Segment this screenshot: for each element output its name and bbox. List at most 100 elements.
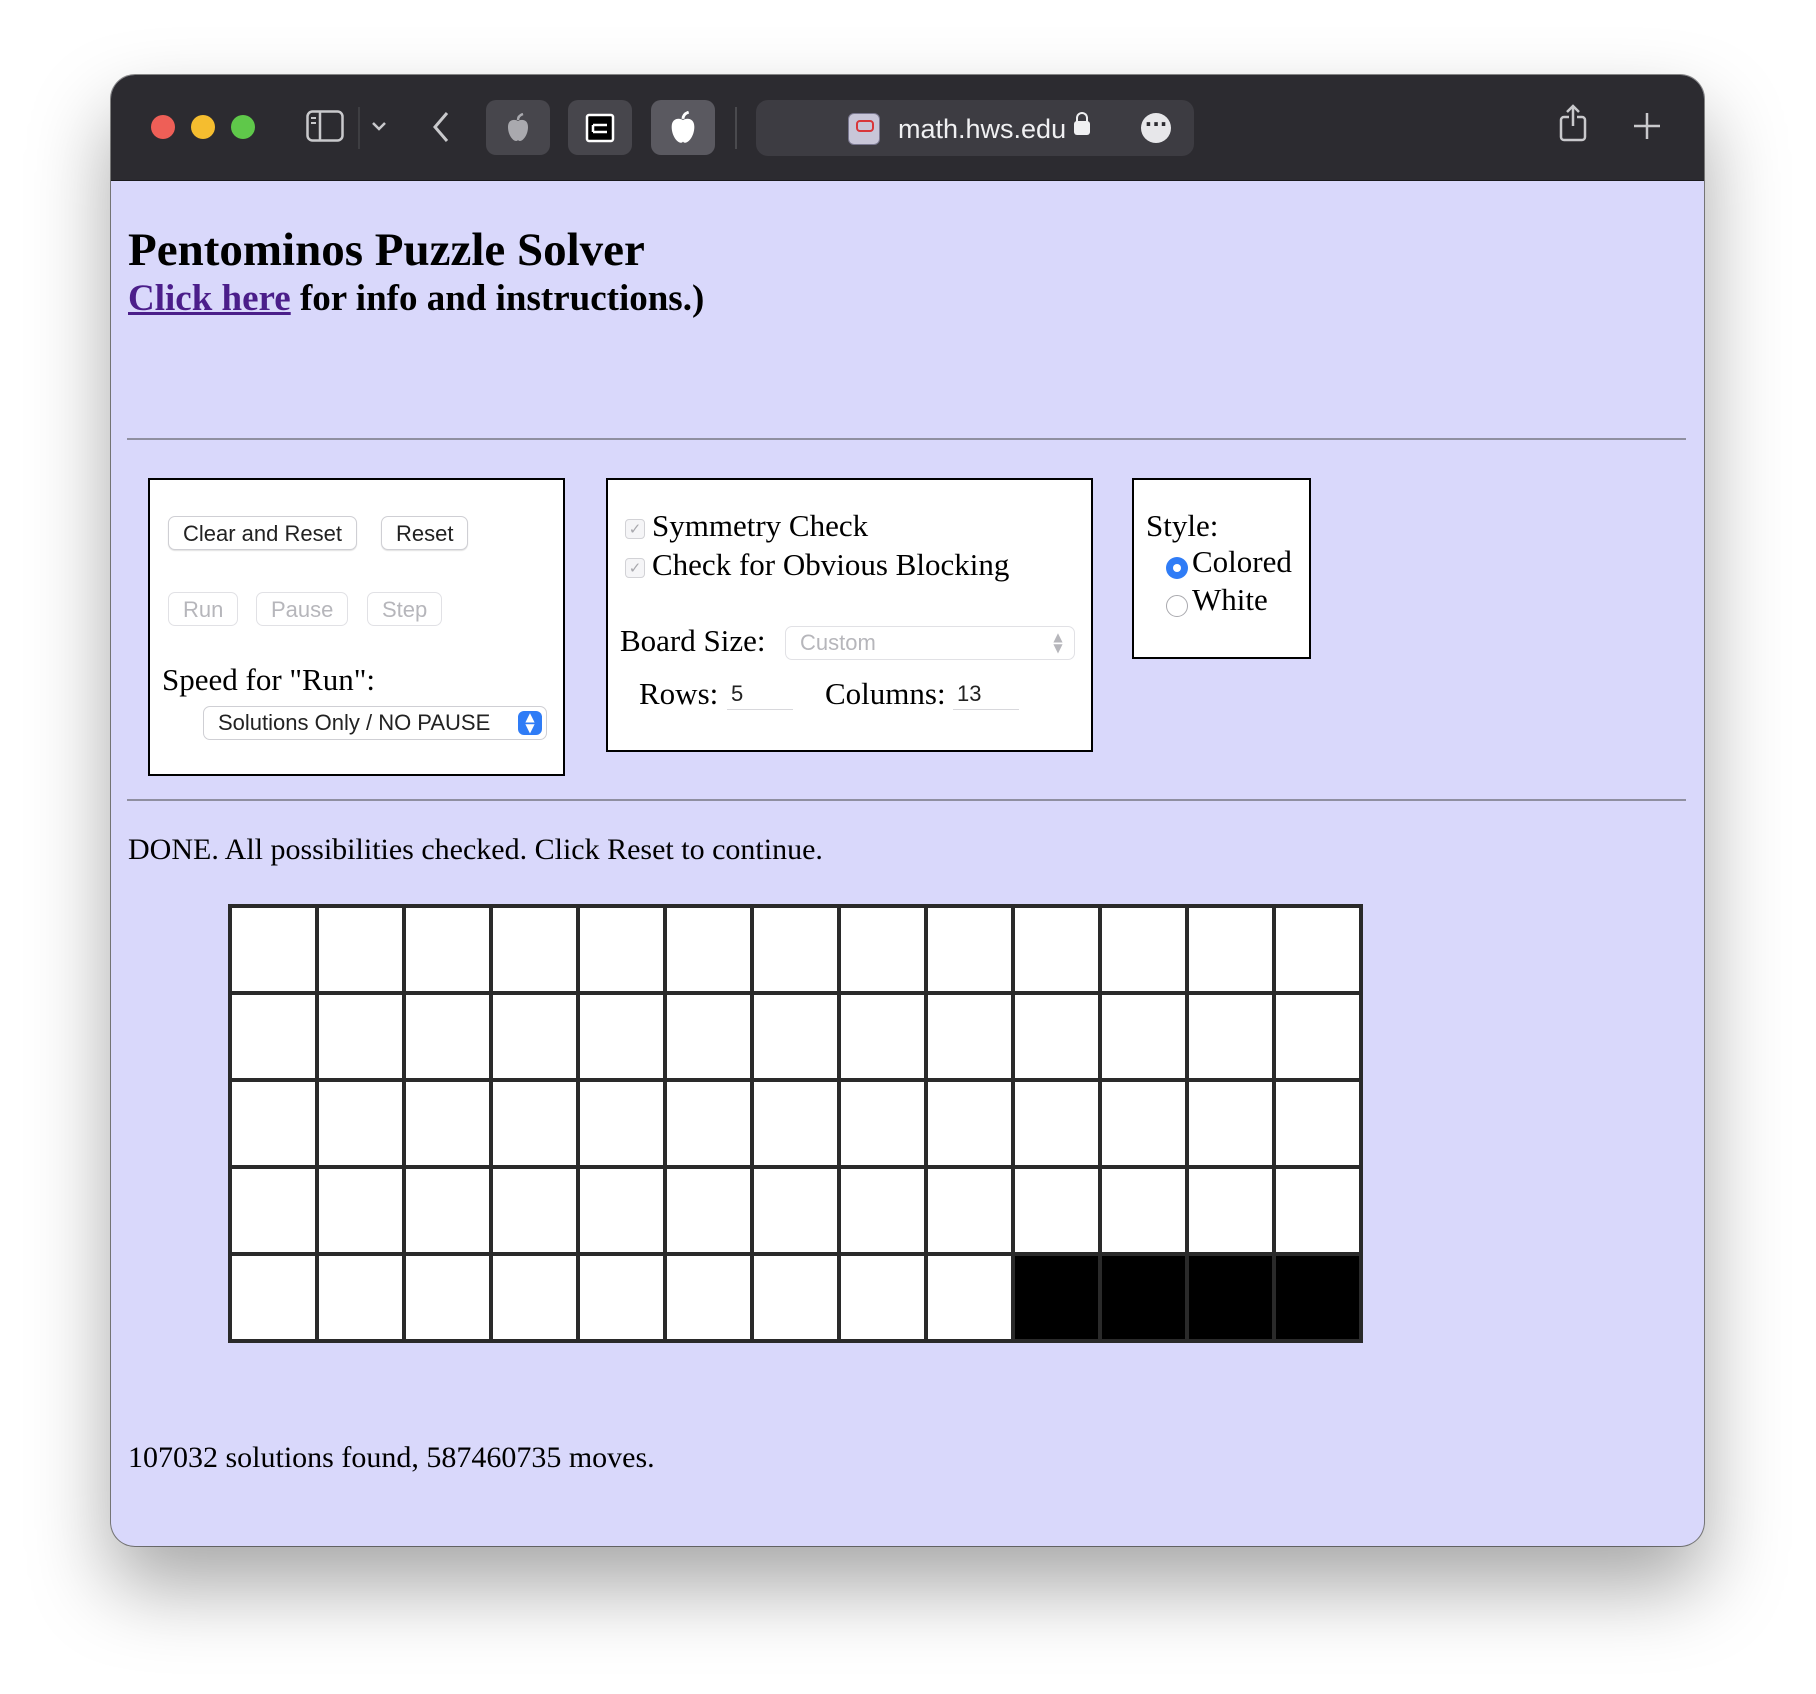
divider-bottom xyxy=(127,799,1686,801)
board-cell[interactable] xyxy=(580,908,663,991)
board-cell[interactable] xyxy=(232,995,315,1078)
status-message: DONE. All possibilities checked. Click R… xyxy=(128,833,823,866)
tab-page[interactable] xyxy=(568,100,632,155)
board-cell[interactable] xyxy=(667,1082,750,1165)
board-cell[interactable] xyxy=(841,1082,924,1165)
board-cell[interactable] xyxy=(1102,1256,1185,1339)
board-cell[interactable] xyxy=(232,1082,315,1165)
board-cell[interactable] xyxy=(1189,1082,1272,1165)
zoom-window-button[interactable] xyxy=(231,115,255,139)
board-cell[interactable] xyxy=(754,995,837,1078)
board-cell[interactable] xyxy=(319,1169,402,1252)
board-cell[interactable] xyxy=(667,908,750,991)
board-cell[interactable] xyxy=(1276,1256,1359,1339)
white-label: White xyxy=(1192,582,1268,617)
sidebar-toggle-icon[interactable] xyxy=(306,110,344,146)
board-cell[interactable] xyxy=(580,1082,663,1165)
board-cell[interactable] xyxy=(319,1082,402,1165)
board-cell[interactable] xyxy=(493,1256,576,1339)
puzzle-board[interactable] xyxy=(228,904,1363,1343)
board-cell[interactable] xyxy=(841,1256,924,1339)
board-cell[interactable] xyxy=(1276,1169,1359,1252)
pause-button[interactable]: Pause xyxy=(256,592,349,626)
board-cell[interactable] xyxy=(319,908,402,991)
clear-and-reset-button[interactable]: Clear and Reset xyxy=(168,516,357,550)
chevron-down-icon[interactable] xyxy=(371,118,387,137)
board-cell[interactable] xyxy=(1102,995,1185,1078)
board-cell[interactable] xyxy=(406,908,489,991)
board-size-label: Board Size: xyxy=(620,623,766,658)
close-window-button[interactable] xyxy=(151,115,175,139)
board-cell[interactable] xyxy=(1102,908,1185,991)
subtitle: Click here for info and instructions.) xyxy=(128,277,704,320)
board-cell[interactable] xyxy=(1189,1256,1272,1339)
new-tab-icon[interactable] xyxy=(1633,112,1661,144)
reset-button[interactable]: Reset xyxy=(381,516,469,550)
tab-apple-2[interactable] xyxy=(651,100,715,155)
share-icon[interactable] xyxy=(1558,104,1588,146)
board-cell[interactable] xyxy=(928,995,1011,1078)
columns-input[interactable]: 13 xyxy=(953,676,1019,710)
board-cell[interactable] xyxy=(580,995,663,1078)
board-cell[interactable] xyxy=(667,1256,750,1339)
board-cell[interactable] xyxy=(667,1169,750,1252)
board-cell[interactable] xyxy=(1015,995,1098,1078)
board-cell[interactable] xyxy=(754,1169,837,1252)
board-cell[interactable] xyxy=(406,1169,489,1252)
board-cell[interactable] xyxy=(1015,1256,1098,1339)
symmetry-check-checkbox[interactable]: ✓ xyxy=(625,519,645,539)
board-cell[interactable] xyxy=(232,1256,315,1339)
more-options-icon[interactable]: ··· xyxy=(1141,113,1171,143)
obvious-blocking-checkbox[interactable]: ✓ xyxy=(625,558,645,578)
board-cell[interactable] xyxy=(928,1082,1011,1165)
board-cell[interactable] xyxy=(319,1256,402,1339)
run-button[interactable]: Run xyxy=(168,592,239,626)
board-cell[interactable] xyxy=(928,1256,1011,1339)
board-cell[interactable] xyxy=(1015,1169,1098,1252)
speed-select[interactable]: Solutions Only / NO PAUSE ▲ ▼ xyxy=(203,706,547,740)
white-radio[interactable] xyxy=(1166,595,1188,617)
board-cell[interactable] xyxy=(1276,908,1359,991)
board-cell[interactable] xyxy=(580,1169,663,1252)
board-cell[interactable] xyxy=(754,1082,837,1165)
board-cell[interactable] xyxy=(841,995,924,1078)
board-cell[interactable] xyxy=(493,1169,576,1252)
board-cell[interactable] xyxy=(1189,1169,1272,1252)
board-cell[interactable] xyxy=(841,908,924,991)
board-cell[interactable] xyxy=(928,908,1011,991)
tab-apple-1[interactable] xyxy=(486,100,550,155)
board-cell[interactable] xyxy=(1102,1169,1185,1252)
board-cell[interactable] xyxy=(406,1082,489,1165)
board-cell[interactable] xyxy=(232,1169,315,1252)
board-size-select[interactable]: Custom ▲ ▼ xyxy=(785,626,1075,660)
step-button[interactable]: Step xyxy=(367,592,443,626)
board-cell[interactable] xyxy=(1015,1082,1098,1165)
board-cell[interactable] xyxy=(928,1169,1011,1252)
back-icon[interactable] xyxy=(431,111,451,147)
apple-icon xyxy=(671,110,695,143)
board-cell[interactable] xyxy=(1102,1082,1185,1165)
info-link[interactable]: Click here xyxy=(128,278,291,319)
minimize-window-button[interactable] xyxy=(191,115,215,139)
board-cell[interactable] xyxy=(493,995,576,1078)
board-cell[interactable] xyxy=(406,995,489,1078)
symmetry-check-label: Symmetry Check xyxy=(652,508,869,543)
board-cell[interactable] xyxy=(1015,908,1098,991)
board-cell[interactable] xyxy=(580,1256,663,1339)
board-cell[interactable] xyxy=(1276,1082,1359,1165)
board-cell[interactable] xyxy=(1189,908,1272,991)
board-cell[interactable] xyxy=(319,995,402,1078)
board-cell[interactable] xyxy=(1276,995,1359,1078)
board-cell[interactable] xyxy=(667,995,750,1078)
rows-input[interactable]: 5 xyxy=(727,676,793,710)
colored-radio[interactable] xyxy=(1166,557,1188,579)
board-cell[interactable] xyxy=(406,1256,489,1339)
board-cell[interactable] xyxy=(232,908,315,991)
address-bar[interactable]: math.hws.edu ··· xyxy=(756,100,1194,156)
board-cell[interactable] xyxy=(1189,995,1272,1078)
board-cell[interactable] xyxy=(754,1256,837,1339)
board-cell[interactable] xyxy=(754,908,837,991)
board-cell[interactable] xyxy=(493,1082,576,1165)
board-cell[interactable] xyxy=(493,908,576,991)
board-cell[interactable] xyxy=(841,1169,924,1252)
